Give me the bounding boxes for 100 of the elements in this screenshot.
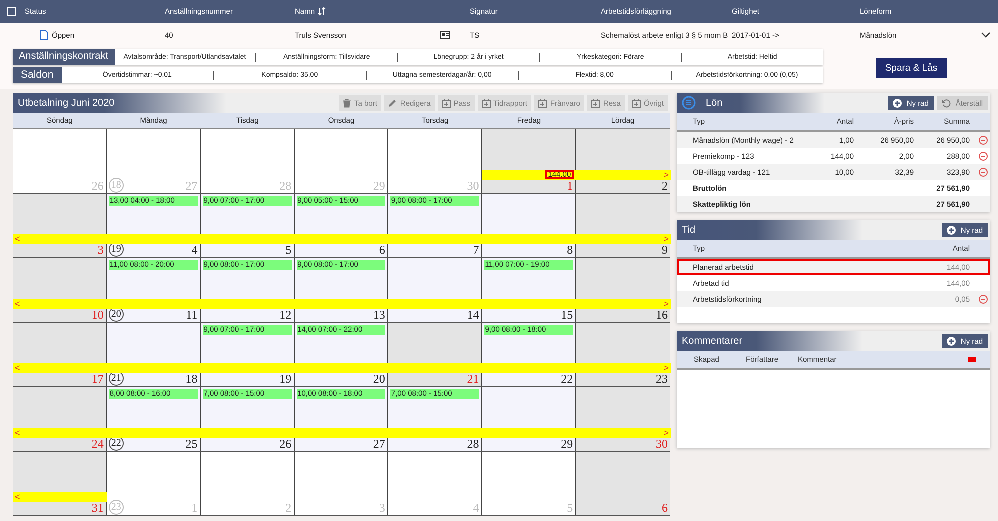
flag-icon[interactable] <box>968 356 976 362</box>
previous-arrow[interactable]: < <box>13 234 22 244</box>
day-number: 26 <box>92 180 104 192</box>
day-number: 6 <box>662 502 668 515</box>
day-cell[interactable]: > 30 <box>576 387 670 450</box>
day-number: 31 <box>92 502 104 515</box>
day-cell[interactable]: < 31 <box>13 452 107 515</box>
remove-icon[interactable] <box>979 168 988 176</box>
day-cell[interactable]: < 3 <box>13 194 107 257</box>
day-number: 22 <box>561 373 574 386</box>
next-arrow[interactable]: > <box>662 170 671 180</box>
day-number: 17 <box>92 373 104 386</box>
day-number: 29 <box>561 438 574 450</box>
section-label: Anställningskontrakt <box>13 49 114 65</box>
day-number: 29 <box>373 180 386 192</box>
day-number: 27 <box>186 180 198 192</box>
period-bar[interactable]: > <box>576 363 671 373</box>
save-button[interactable]: Spara & Lås <box>876 58 947 78</box>
week-number: 21 <box>108 371 124 386</box>
day-number: 14 <box>467 308 480 322</box>
day-number: 28 <box>280 180 292 192</box>
week-number: 23 <box>108 500 124 515</box>
day-number: 3 <box>379 502 386 515</box>
day-number: 4 <box>192 244 198 257</box>
week-number: 20 <box>108 306 124 322</box>
calendar-add-icon <box>482 98 491 108</box>
day-number: 30 <box>467 180 480 192</box>
pencil-icon <box>388 98 398 108</box>
next-arrow[interactable]: > <box>662 234 671 244</box>
period-bar[interactable]: > <box>576 298 671 308</box>
period-bar[interactable]: < <box>13 363 107 373</box>
panel-title: Tid <box>682 224 696 236</box>
day-number: 24 <box>92 438 104 450</box>
period-bar[interactable]: > <box>576 428 671 438</box>
list-icon[interactable] <box>682 96 696 110</box>
period-bar[interactable]: < <box>13 492 107 502</box>
day-cell[interactable]: < 24 <box>13 387 107 450</box>
day-number: 2 <box>662 180 668 192</box>
day-number: 1 <box>192 502 198 515</box>
day-number: 4 <box>473 502 480 515</box>
day-number: 28 <box>467 438 480 450</box>
day-cell[interactable]: > 2 <box>576 129 670 192</box>
day-cell[interactable]: > 16 <box>576 258 670 322</box>
day-cell[interactable]: 6 <box>576 452 670 515</box>
remove-icon[interactable] <box>979 152 988 160</box>
day-number: 18 <box>186 373 198 386</box>
day-cell[interactable]: 14 <box>388 258 482 322</box>
trash-icon <box>343 98 352 108</box>
remove-icon[interactable] <box>979 136 988 144</box>
calendar-add-icon <box>591 98 600 108</box>
day-number: 5 <box>567 502 574 515</box>
day-cell[interactable]: 29 <box>482 387 576 450</box>
day-number: 16 <box>656 308 668 322</box>
previous-arrow[interactable]: < <box>13 363 22 373</box>
period-bar[interactable]: < <box>13 298 107 308</box>
day-number: 20 <box>373 373 386 386</box>
id-card-icon <box>440 31 450 39</box>
week-number: 18 <box>108 178 124 192</box>
day-cell[interactable]: 8 <box>482 194 576 257</box>
day-cell[interactable]: > 23 <box>576 322 670 386</box>
undo-icon <box>942 98 951 108</box>
day-number: 7 <box>473 244 480 257</box>
day-number: 11 <box>186 308 198 322</box>
calendar-add-icon <box>632 98 641 108</box>
day-cell[interactable]: < 10 <box>13 258 107 322</box>
remove-icon[interactable] <box>979 294 988 304</box>
period-bar[interactable]: < <box>13 428 107 438</box>
period-bar[interactable]: > <box>576 234 671 244</box>
day-number: 6 <box>379 244 386 257</box>
calendar-add-icon <box>538 98 548 108</box>
day-cell[interactable]: 21 <box>388 322 482 386</box>
day-cell[interactable]: < 17 <box>13 322 107 386</box>
day-number: 27 <box>373 438 386 450</box>
next-arrow[interactable]: > <box>662 428 671 438</box>
panel-title: Kommentarer <box>682 336 743 346</box>
day-number: 9 <box>662 244 668 257</box>
day-cell[interactable]: > 9 <box>576 194 670 257</box>
period-bar[interactable]: < <box>13 234 107 244</box>
previous-arrow[interactable]: < <box>13 492 22 502</box>
day-number: 21 <box>467 373 480 386</box>
section-label: Saldon <box>13 67 62 83</box>
week-number: 22 <box>108 436 124 450</box>
next-arrow[interactable]: > <box>662 298 671 308</box>
calendar-add-icon <box>442 98 451 108</box>
previous-arrow[interactable]: < <box>13 298 22 308</box>
day-number: 25 <box>186 438 198 450</box>
day-number: 26 <box>280 438 292 450</box>
day-number: 5 <box>286 244 292 257</box>
previous-arrow[interactable]: < <box>13 428 22 438</box>
select-all-checkbox[interactable] <box>7 7 16 16</box>
day-number: 1 <box>567 180 574 192</box>
day-number: 12 <box>280 308 292 322</box>
day-number: 10 <box>92 308 104 322</box>
chevron-icon[interactable] <box>981 32 991 38</box>
plus-icon <box>892 98 902 108</box>
period-bar[interactable]: > <box>576 170 671 180</box>
sort-icon[interactable] <box>318 7 328 16</box>
plus-icon <box>946 226 956 234</box>
day-cell[interactable]: 21 18 <box>106 322 201 386</box>
next-arrow[interactable]: > <box>662 363 671 373</box>
